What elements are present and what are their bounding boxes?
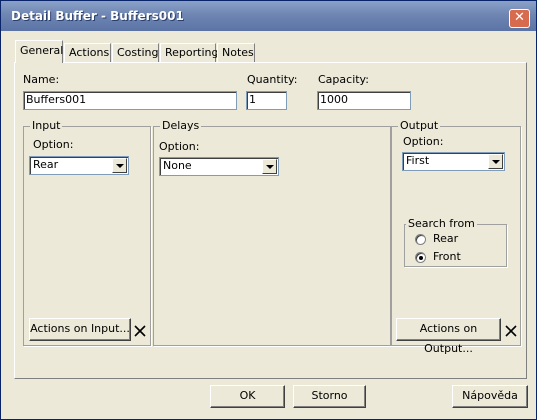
input-option-value: Rear: [33, 158, 59, 171]
name-field[interactable]: Buffers001: [23, 91, 237, 110]
window-title: Detail Buffer - Buffers001: [11, 9, 184, 23]
delays-option-value: None: [163, 159, 192, 172]
chevron-down-icon[interactable]: [112, 158, 127, 173]
title-bar[interactable]: Detail Buffer - Buffers001 ✕: [1, 1, 536, 31]
output-option-select[interactable]: First: [402, 152, 505, 171]
search-from-group: Search from Rear Front: [404, 217, 507, 267]
input-group: Input Option: Rear Actions on Input...: [23, 119, 151, 346]
close-x-icon[interactable]: [134, 325, 146, 337]
search-front-radio[interactable]: [415, 252, 426, 263]
quantity-label: Quantity:: [247, 73, 298, 86]
chevron-down-icon[interactable]: [262, 159, 277, 174]
search-rear-radio[interactable]: [415, 234, 426, 245]
close-window-button[interactable]: ✕: [509, 9, 530, 28]
delays-group-title: Delays: [160, 119, 202, 132]
tab-reporting[interactable]: Reporting: [160, 43, 218, 62]
input-group-title: Input: [30, 119, 63, 132]
close-x-icon[interactable]: [505, 325, 517, 337]
tab-notes[interactable]: Notes: [217, 43, 255, 62]
output-group: Output Option: First Search from Rear Fr…: [391, 119, 521, 355]
search-rear-label[interactable]: Rear: [433, 232, 458, 245]
delays-group: Delays Option: None: [153, 119, 391, 346]
cancel-button[interactable]: Storno: [293, 385, 366, 408]
quantity-field[interactable]: 1: [246, 91, 287, 110]
capacity-field[interactable]: 1000: [317, 91, 411, 110]
search-from-title: Search from: [406, 217, 477, 230]
name-label: Name:: [23, 73, 60, 86]
tab-costing[interactable]: Costing: [112, 43, 159, 62]
input-option-label: Option:: [33, 138, 74, 151]
delays-option-select[interactable]: None: [159, 157, 279, 176]
help-button[interactable]: Nápověda: [452, 385, 528, 408]
tab-actions[interactable]: Actions: [64, 43, 111, 62]
tab-general[interactable]: General: [15, 40, 63, 63]
delays-option-label: Option:: [159, 140, 200, 153]
output-group-title: Output: [398, 119, 441, 132]
actions-on-output-button[interactable]: Actions on Output...: [396, 318, 501, 355]
detail-buffer-dialog: Detail Buffer - Buffers001 ✕ General Act…: [0, 0, 537, 420]
ok-button[interactable]: OK: [210, 385, 285, 408]
dialog-body: General Actions Costing Reporting Notes …: [1, 31, 536, 419]
chevron-down-icon[interactable]: [488, 154, 503, 169]
output-option-label: Option:: [403, 135, 444, 148]
general-tab-panel: Name: Buffers001 Quantity: 1 Capacity: 1…: [14, 62, 527, 379]
output-option-value: First: [406, 154, 430, 167]
actions-on-input-button[interactable]: Actions on Input...: [29, 318, 131, 341]
search-front-label[interactable]: Front: [433, 250, 461, 263]
capacity-label: Capacity:: [318, 73, 369, 86]
input-option-select[interactable]: Rear: [29, 156, 129, 175]
